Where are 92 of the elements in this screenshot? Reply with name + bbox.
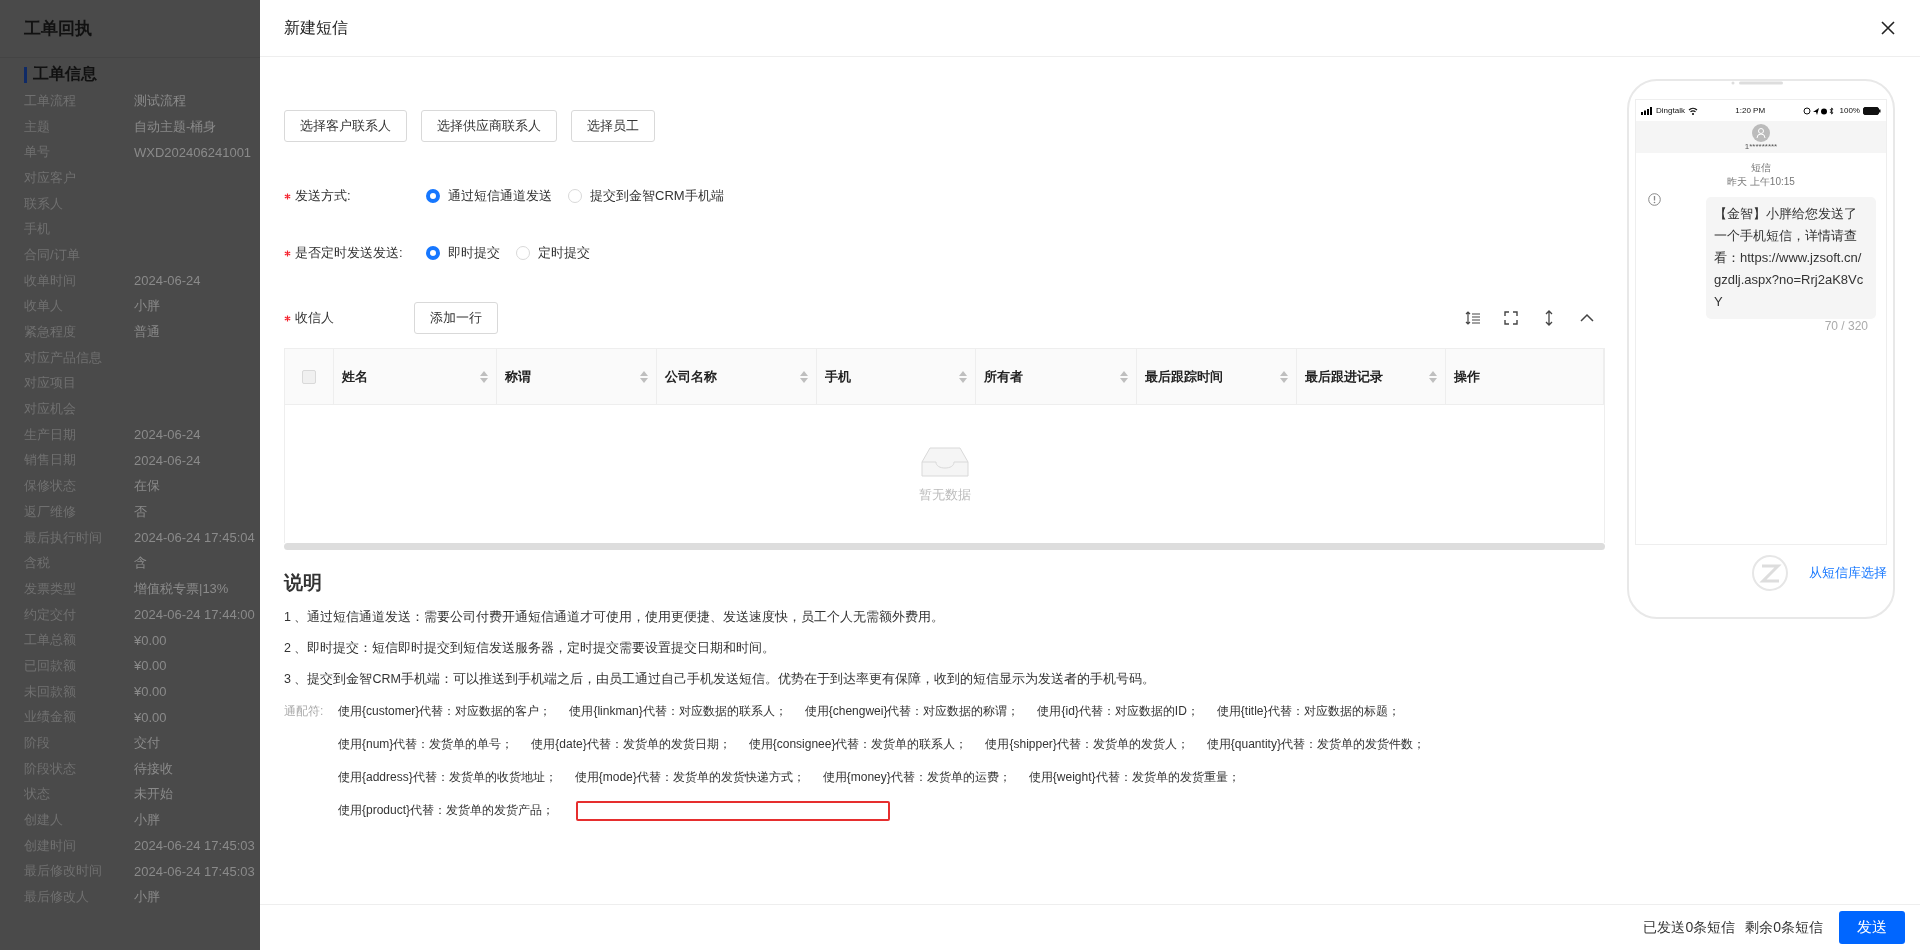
remaining-count: 剩余0条短信: [1745, 918, 1823, 937]
sms-library-link[interactable]: 从短信库选择: [1809, 564, 1887, 582]
empty-state-text: 暂无数据: [918, 486, 971, 504]
field-value: ¥0.00: [134, 709, 168, 725]
column-header: 手机: [825, 367, 851, 386]
field-value: ¥0.00: [134, 684, 168, 700]
wildcard-text: 使用{shipper}代替：发货单的发货人；: [985, 736, 1189, 753]
column-header: 姓名: [342, 367, 368, 386]
column-header: 公司名称: [665, 367, 717, 386]
field-label: 收信人: [295, 309, 334, 327]
thread-time: 昨天 上午10:15: [1727, 175, 1795, 189]
wildcard-text: 使用{chengwei}代替：对应数据的称谓；: [804, 703, 1020, 720]
message-bubble: 【金智】小胖给您发送了一个手机短信，详情请查看：https://www.jzsoft.cn/gzdlj.aspx?no=Rrj2aK8VcY: [1706, 197, 1876, 319]
section-marker: [24, 66, 27, 83]
field-value: 2024-06-24 17:44:00: [134, 607, 256, 623]
signal-icon: [1641, 106, 1653, 115]
column-header: 最后跟进记录: [1305, 367, 1383, 386]
wildcard-text: 使用{num}代替：发货单的单号；: [338, 736, 514, 753]
radio-option[interactable]: 定时提交: [516, 244, 590, 262]
sent-count: 已发送0条短信: [1643, 918, 1736, 937]
field-value: 自动主题-桶身: [134, 117, 218, 136]
field-label: 发送方式:: [295, 187, 351, 205]
battery-icon: [1863, 106, 1881, 115]
wildcard-text: 使用{product}代替：发货单的发货产品；: [338, 802, 555, 819]
empty-inbox-icon: [919, 444, 970, 480]
section-title: 工单信息: [33, 64, 97, 84]
column-header: 最后跟踪时间: [1145, 367, 1223, 386]
field-value: 2024-06-24 17:45:03: [134, 863, 256, 879]
select-contact-button[interactable]: 选择员工: [571, 110, 655, 142]
field-value: 否: [134, 502, 148, 521]
field-value: 在保: [134, 477, 161, 496]
wildcard-text: 使用{address}代替：发货单的收货地址；: [338, 769, 557, 786]
line-height-icon[interactable]: [1465, 310, 1481, 326]
field-value: ¥0.00: [134, 658, 168, 674]
wildcard-text: 使用{consignee}代替：发货单的联系人；: [748, 736, 968, 753]
field-label: 是否定时发送发送:: [295, 244, 403, 262]
section-heading: 说明: [284, 571, 323, 595]
field-value: 2024-06-24 17:45:04: [134, 530, 256, 546]
column-header: 操作: [1454, 367, 1480, 386]
field-value: WXD202406241001: [134, 144, 253, 160]
field-value: 未开始: [134, 785, 174, 804]
add-row-button[interactable]: 添加一行: [414, 302, 498, 334]
radio-option[interactable]: 提交到金智CRM手机端: [568, 187, 724, 205]
field-value: 2024-06-24: [134, 273, 202, 289]
drawer-title: 新建短信: [284, 17, 348, 38]
field-value: ¥0.00: [134, 632, 168, 648]
field-value: 交付: [134, 734, 161, 753]
wildcard-text: 使用{quantity}代替：发货单的发货件数；: [1206, 736, 1425, 753]
column-header: 所有者: [984, 367, 1023, 386]
field-value: 增值税专票|13%: [134, 579, 230, 598]
note-text: 1 、通过短信通道发送：需要公司付费开通短信通道才可使用，使用更便捷、发送速度快，员工个人无需额外费用。: [284, 609, 946, 626]
column-header: 称谓: [505, 367, 531, 386]
wildcard-text: 使用{customer}代替：对应数据的客户；: [338, 703, 552, 720]
wildcard-text: 使用{weight}代替：发货单的发货重量；: [1028, 769, 1240, 786]
contact-number: 1*********: [1744, 141, 1778, 151]
battery-level: 100%: [1839, 106, 1860, 115]
field-value: 2024-06-24: [134, 452, 202, 468]
wildcard-label: 通配符:: [284, 703, 325, 720]
field-value: 2024-06-24 17:45:03: [134, 838, 256, 854]
select-contact-button[interactable]: 选择客户联系人: [284, 110, 407, 142]
carrier-name: Dingtalk: [1656, 106, 1685, 115]
wildcard-text: 使用{money}代替：发货单的运费；: [822, 769, 1011, 786]
select-contact-button[interactable]: 选择供应商联系人: [421, 110, 557, 142]
info-icon: [1648, 193, 1661, 206]
note-text: 2 、即时提交：短信即时提交到短信发送服务器，定时提交需要设置提交日期和时间。: [284, 640, 777, 657]
wildcard-text: 使用{title}代替：对应数据的标题；: [1216, 703, 1400, 720]
field-value: 小胖: [134, 811, 161, 830]
field-value: 含: [134, 554, 148, 573]
field-value: 普通: [134, 323, 161, 342]
field-value: 2024-06-24: [134, 427, 202, 443]
logo-icon: [1751, 554, 1789, 592]
close-icon[interactable]: [1880, 20, 1896, 36]
status-time: 1:20 PM: [1735, 106, 1766, 115]
page-title: 工单回执: [24, 18, 92, 40]
character-counter: 70 / 320: [1824, 319, 1868, 333]
field-value: 待接收: [134, 759, 174, 778]
select-all-checkbox[interactable]: [302, 369, 316, 384]
wifi-icon: [1687, 106, 1698, 115]
field-value: 小胖: [134, 297, 161, 316]
note-text: 3 、提交到金智CRM手机端：可以推送到手机端之后，由员工通过自己手机发送短信。优势在于到达率更有保障，收到的短信显示为发送者的手机号码。: [284, 671, 1156, 688]
radio-option[interactable]: 即时提交: [426, 244, 500, 262]
wildcard-text: 使用{id}代替：对应数据的ID；: [1037, 703, 1199, 720]
horizontal-scrollbar[interactable]: [284, 543, 1605, 550]
send-button[interactable]: 发送: [1839, 911, 1905, 944]
field-value: 测试流程: [134, 91, 187, 110]
wildcard-text: 使用{linkman}代替：对应数据的联系人；: [569, 703, 787, 720]
field-value: 小胖: [134, 888, 161, 907]
wildcard-text: 使用{date}代替：发货单的发货日期；: [531, 736, 731, 753]
wildcard-text: 使用{mode}代替：发货单的发货快递方式；: [574, 769, 805, 786]
radio-option[interactable]: 通过短信通道发送: [426, 187, 552, 205]
thread-label: 短信: [1751, 161, 1771, 175]
fullscreen-icon[interactable]: [1503, 310, 1519, 326]
